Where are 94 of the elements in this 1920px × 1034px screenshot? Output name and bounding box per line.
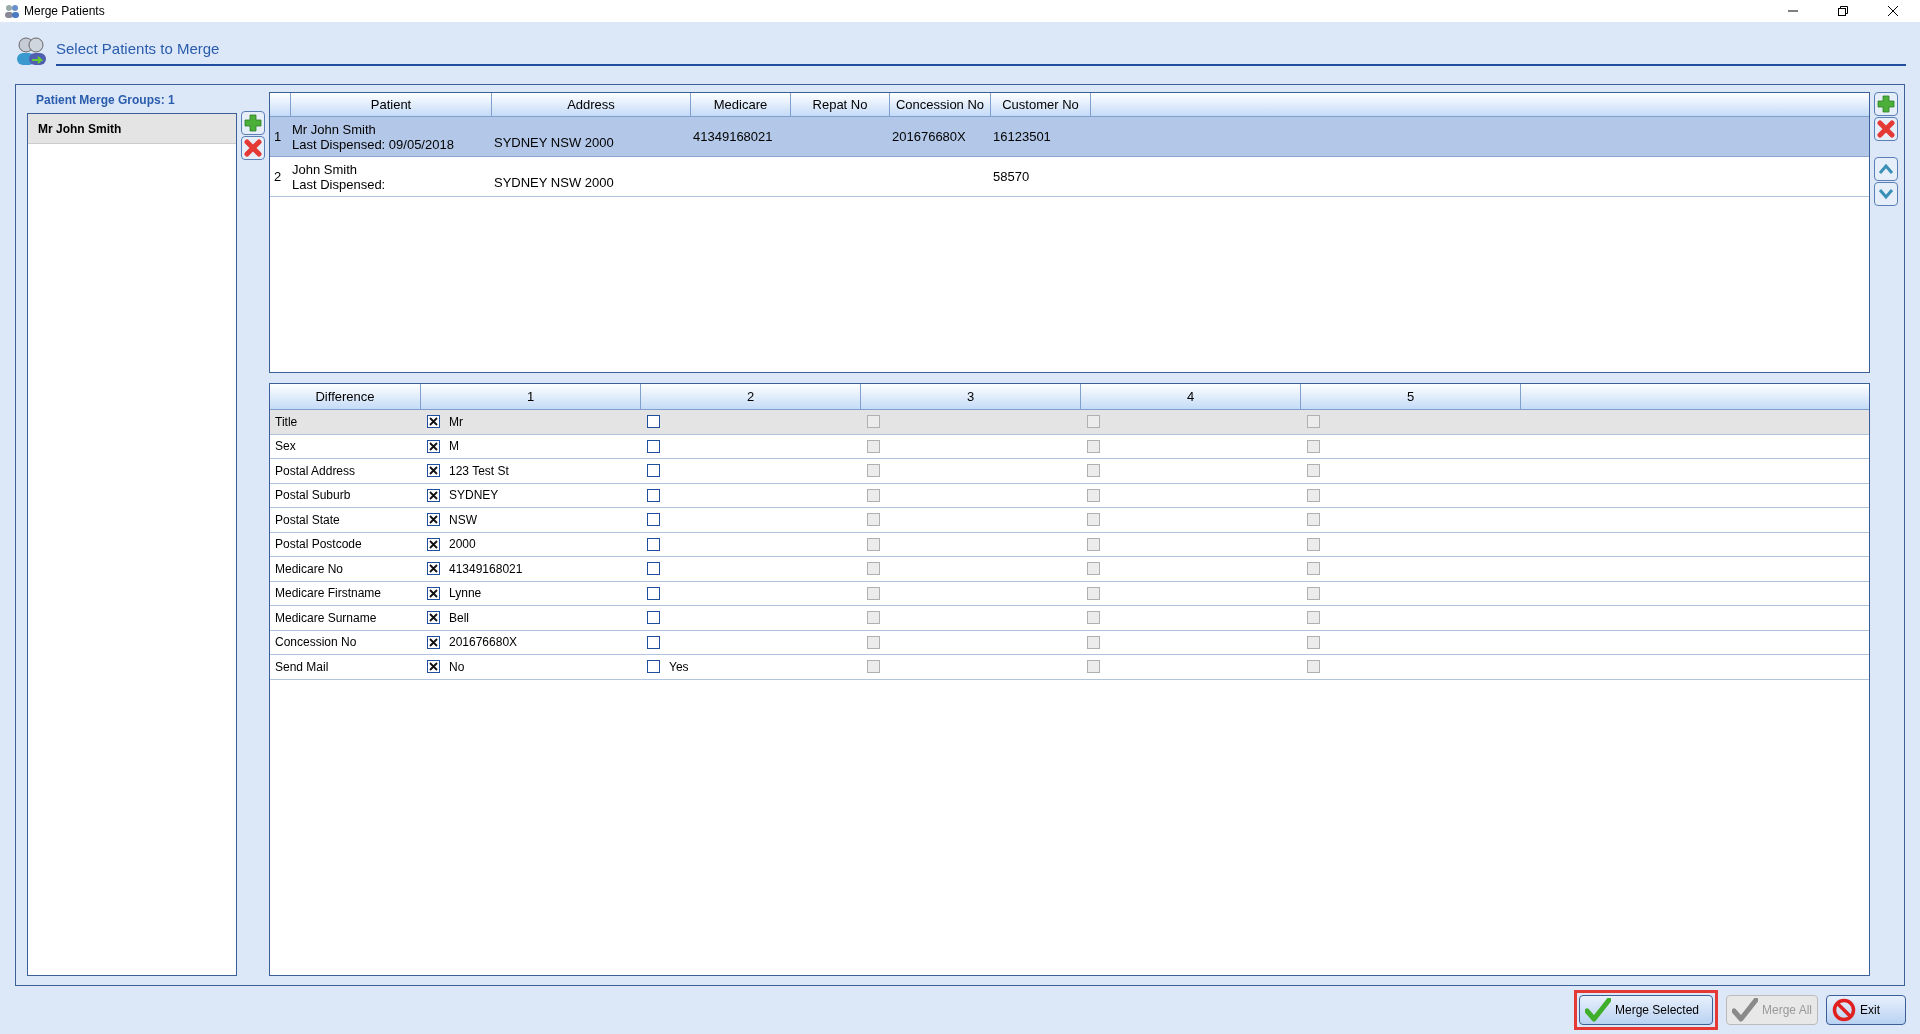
plus-icon (244, 114, 262, 132)
column-header[interactable]: Concession No (890, 93, 991, 116)
checkbox[interactable] (647, 611, 660, 625)
field-label: Send Mail (275, 658, 329, 676)
field-label: Postal Postcode (275, 536, 362, 554)
field-label: Title (275, 413, 298, 431)
move-down-button[interactable] (1874, 182, 1898, 206)
field-label: Medicare Firstname (275, 585, 382, 603)
column-header[interactable]: 3 (861, 384, 1081, 409)
field-label: Medicare Surname (275, 609, 377, 627)
prohibited-icon (1832, 998, 1856, 1022)
patient-name: Mr John Smith (292, 121, 377, 137)
checkbox[interactable] (647, 660, 660, 674)
column-header[interactable]: 2 (641, 384, 861, 409)
row-number: 2 (274, 167, 282, 186)
checkbox[interactable] (427, 660, 440, 674)
table-cell-text: 58570 (993, 167, 1030, 186)
field-value: NSW (449, 511, 477, 529)
field-label: Concession No (275, 634, 357, 652)
checkbox[interactable] (427, 513, 440, 527)
table-cell-text: 201676680X (892, 127, 966, 146)
checkbox[interactable] (427, 562, 440, 576)
cross-icon (1877, 120, 1895, 138)
difference-row[interactable]: Title Mr (270, 410, 1869, 435)
field-value: SYDNEY (449, 487, 499, 505)
checkbox[interactable] (427, 611, 440, 625)
checkbox[interactable] (427, 415, 440, 429)
field-value: Bell (449, 609, 469, 627)
checkbox[interactable] (427, 488, 440, 502)
field-value: 201676680X (449, 634, 518, 652)
check-mark-icon (1732, 998, 1758, 1022)
checkbox[interactable] (647, 562, 660, 576)
field-value: Yes (669, 658, 689, 676)
field-value: M (449, 438, 459, 456)
field-value: Lynne (449, 585, 482, 603)
column-header[interactable]: Patient (291, 93, 492, 116)
people-icon (4, 3, 20, 19)
column-header[interactable]: Medicare (691, 93, 791, 116)
checkbox[interactable] (427, 586, 440, 600)
plus-icon (1877, 95, 1895, 113)
merge-button[interactable]: Merge Selected (1579, 995, 1713, 1025)
column-header[interactable]: Repat No (791, 93, 890, 116)
checkbox[interactable] (647, 464, 660, 478)
patient-row[interactable]: 1 Mr John Smith Last Dispensed: 09/05/2018 SYDNEY NSW 2000 41349168021 201676680X 16123501 (270, 117, 1869, 157)
field-label: Postal Address (275, 462, 356, 480)
field-value: Mr (449, 413, 463, 431)
section-title: Select Patients to Merge (56, 39, 220, 57)
column-header[interactable]: Customer No (991, 93, 1091, 116)
groups-label: Patient Merge Groups: 1 (35, 92, 176, 109)
chevron-down-icon (1878, 188, 1894, 200)
add-button[interactable] (1874, 92, 1898, 116)
table-cell-text: SYDNEY NSW 2000 (494, 173, 614, 192)
column-header[interactable]: 4 (1081, 384, 1301, 409)
field-value: 41349168021 (449, 560, 523, 578)
exit-button[interactable]: Exit (1826, 995, 1906, 1025)
last-dispensed: Last Dispensed: 09/05/2018 (292, 136, 455, 152)
checkbox[interactable] (427, 439, 440, 453)
field-value: 2000 (449, 536, 476, 554)
field-label: Postal State (275, 511, 340, 529)
remove-button[interactable] (1874, 117, 1898, 141)
remove-button[interactable] (241, 136, 265, 160)
move-up-button[interactable] (1874, 157, 1898, 181)
group-item[interactable]: Mr John Smith (28, 114, 236, 144)
window-title: Merge Patients (24, 3, 105, 20)
people-icon (14, 36, 48, 66)
checkbox[interactable] (427, 464, 440, 478)
checkbox[interactable] (427, 635, 440, 649)
checkbox[interactable] (647, 635, 660, 649)
checkbox[interactable] (647, 537, 660, 551)
table-cell-text: 16123501 (993, 127, 1051, 146)
checkbox[interactable] (647, 439, 660, 453)
add-button[interactable] (241, 111, 265, 135)
cross-icon (244, 139, 262, 157)
column-header[interactable]: 1 (421, 384, 641, 409)
patient-name: John Smith (292, 161, 359, 177)
checkbox[interactable] (647, 488, 660, 502)
chevron-up-icon (1878, 163, 1894, 175)
table-cell-text: SYDNEY NSW 2000 (494, 133, 614, 152)
column-header[interactable]: Address (492, 93, 691, 116)
column-header[interactable]: 5 (1301, 384, 1521, 409)
table-cell-text: 41349168021 (693, 127, 773, 146)
check-mark-icon (1585, 998, 1611, 1022)
row-number: 1 (274, 127, 282, 146)
checkbox[interactable] (427, 537, 440, 551)
field-label: Sex (275, 438, 296, 456)
checkbox[interactable] (647, 415, 660, 429)
last-dispensed: Last Dispensed: (292, 176, 387, 192)
checkbox[interactable] (647, 586, 660, 600)
checkbox[interactable] (647, 513, 660, 527)
field-label: Medicare No (275, 560, 344, 578)
column-header[interactable]: Difference (270, 384, 421, 409)
field-value: No (449, 658, 465, 676)
field-label: Postal Suburb (275, 487, 351, 505)
field-value: 123 Test St (449, 462, 509, 480)
